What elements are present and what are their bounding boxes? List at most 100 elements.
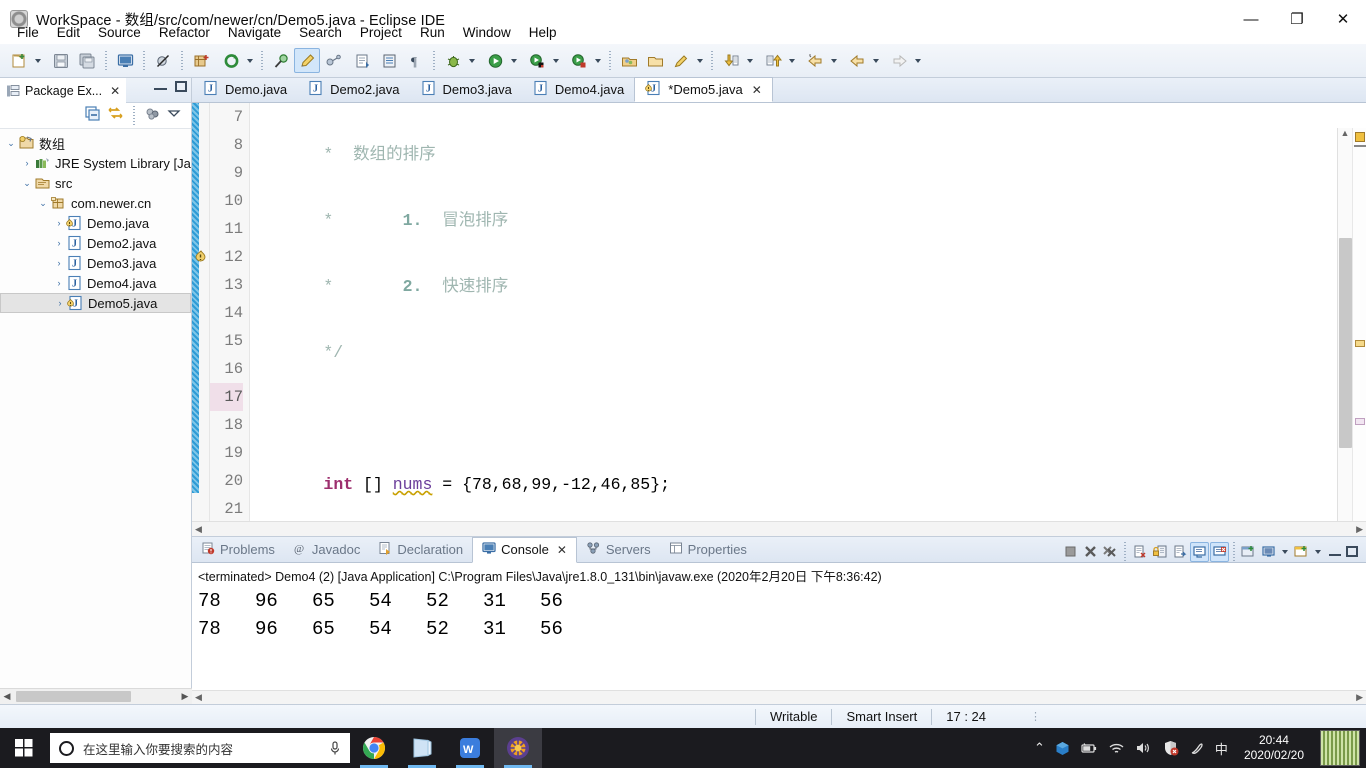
show-console-on-error-button[interactable] <box>1210 541 1229 562</box>
back-button[interactable] <box>844 48 870 73</box>
warning-marker-icon[interactable] <box>193 247 209 263</box>
open-folder-button[interactable] <box>642 48 668 73</box>
editor-vertical-scrollbar[interactable]: ▲ ▼ <box>1337 128 1352 536</box>
new-package-button[interactable] <box>616 48 642 73</box>
run-dropdown-arrow[interactable] <box>508 48 520 73</box>
collapse-all-icon[interactable] <box>85 105 101 126</box>
tree-item-demojava[interactable]: › J Demo.java <box>0 213 191 233</box>
refresh-button[interactable] <box>218 48 244 73</box>
close-icon[interactable]: ✕ <box>752 83 762 97</box>
overview-warning-marker[interactable] <box>1355 132 1365 142</box>
open-console-dropdown-button[interactable] <box>1292 542 1311 562</box>
editor-tab-demo3java[interactable]: J Demo3.java <box>410 77 522 102</box>
search-button[interactable] <box>268 48 294 73</box>
editor-tab-demo2java[interactable]: J Demo2.java <box>297 77 409 102</box>
chevron-right-icon[interactable]: › <box>52 218 66 228</box>
save-button[interactable] <box>48 48 74 73</box>
editor-marker-gutter[interactable] <box>192 103 210 536</box>
editor-scroll-left-icon[interactable]: ◀ <box>195 524 202 535</box>
skip-all-breakpoints-button[interactable] <box>150 48 176 73</box>
console-scroll-left-icon[interactable]: ◀ <box>195 692 202 703</box>
export-button[interactable] <box>760 48 786 73</box>
tree-item-jresystemlibraryja[interactable]: › JRE System Library [Ja <box>0 153 191 173</box>
import-button[interactable] <box>718 48 744 73</box>
code-content[interactable]: * 数组的排序 * 1. 冒泡排序 * 2. 快速排序 */ int [] nu… <box>250 103 1366 536</box>
console-scroll-right-icon[interactable]: ▶ <box>1356 692 1363 703</box>
show-hidden-icons-button[interactable]: ⌃ <box>1034 740 1045 756</box>
tree-item-src[interactable]: ⌄ src <box>0 173 191 193</box>
menu-item-window[interactable]: Window <box>454 22 520 43</box>
import-dropdown-arrow[interactable] <box>744 48 756 73</box>
scroll-right-icon[interactable]: ▶ <box>178 691 192 702</box>
minimize-console-icon[interactable] <box>1329 547 1341 556</box>
vscroll-thumb[interactable] <box>1339 238 1352 448</box>
pilcrow-button[interactable]: ¶ <box>402 48 428 73</box>
forward-history-arrow[interactable] <box>912 48 924 73</box>
refresh-dropdown-arrow[interactable] <box>244 48 256 73</box>
coverage-dropdown-arrow[interactable] <box>592 48 604 73</box>
terminate-button[interactable] <box>1061 542 1080 562</box>
console-horizontal-scrollbar[interactable]: ◀ ▶ <box>192 690 1366 704</box>
menu-item-edit[interactable]: Edit <box>48 22 89 43</box>
hscroll-thumb[interactable] <box>16 691 131 702</box>
word-wrap-button[interactable] <box>1170 542 1189 562</box>
clear-console-button[interactable] <box>1130 542 1149 562</box>
tree-item-[interactable]: ⌄ 数组 <box>0 133 191 153</box>
console-tab-servers[interactable]: Servers <box>577 537 660 563</box>
remove-launch-button[interactable] <box>1081 542 1100 562</box>
menu-item-navigate[interactable]: Navigate <box>219 22 290 43</box>
menu-item-search[interactable]: Search <box>290 22 351 43</box>
menu-item-source[interactable]: Source <box>89 22 150 43</box>
chevron-right-icon[interactable]: › <box>20 158 34 168</box>
new-java-project-button[interactable] <box>188 48 214 73</box>
editor-horizontal-scrollbar[interactable]: ◀ ▶ <box>192 521 1366 536</box>
minimize-view-icon[interactable] <box>154 81 167 90</box>
tree-item-demo4java[interactable]: › J Demo4.java <box>0 273 191 293</box>
editor-scroll-right-icon[interactable]: ▶ <box>1356 524 1363 535</box>
editor-tab-demo4java[interactable]: J Demo4.java <box>522 77 634 102</box>
editor-tab-demo5java[interactable]: J *Demo5.java ✕ <box>634 77 773 102</box>
overview-bookmark-marker[interactable] <box>1355 418 1365 425</box>
console-tab-declaration[interactable]: Declaration <box>369 537 472 563</box>
display-selected-console-button[interactable] <box>1259 542 1278 562</box>
menu-item-file[interactable]: File <box>8 22 48 43</box>
taskbar-app-chrome[interactable] <box>350 728 398 768</box>
edit-highlight-button[interactable] <box>294 48 320 73</box>
taskbar-app-wps[interactable]: W <box>446 728 494 768</box>
editor-tab-demojava[interactable]: J Demo.java <box>192 77 297 102</box>
console-tab-properties[interactable]: Properties <box>660 537 756 563</box>
overview-ruler[interactable] <box>1352 128 1366 536</box>
maximize-console-icon[interactable] <box>1346 546 1358 557</box>
tree-item-demo3java[interactable]: › J Demo3.java <box>0 253 191 273</box>
volume-icon[interactable] <box>1135 741 1152 755</box>
taskbar-app-eclipse[interactable] <box>494 728 542 768</box>
chevron-down-icon[interactable]: ⌄ <box>20 178 34 189</box>
ime-indicator[interactable]: 中 <box>1215 739 1228 758</box>
external-tools-dropdown-arrow[interactable] <box>550 48 562 73</box>
coverage-button[interactable] <box>566 48 592 73</box>
back-dropdown-arrow[interactable] <box>828 48 840 73</box>
wifi-icon[interactable] <box>1108 742 1125 755</box>
open-type-button[interactable] <box>350 48 376 73</box>
menu-item-project[interactable]: Project <box>351 22 411 43</box>
back-history-arrow[interactable] <box>870 48 882 73</box>
new-button[interactable] <box>6 48 32 73</box>
console-output[interactable]: 78 96 65 54 52 31 56 78 96 65 54 52 31 56 <box>192 587 1366 643</box>
onedrive-pen-icon[interactable] <box>1189 740 1205 756</box>
show-console-on-output-button[interactable] <box>1190 541 1209 562</box>
start-button[interactable] <box>0 728 48 768</box>
tree-item-demo5java[interactable]: › J Demo5.java <box>0 293 191 313</box>
chevron-right-icon[interactable]: › <box>52 258 66 268</box>
tree-item-demo2java[interactable]: › J Demo2.java <box>0 233 191 253</box>
overview-occurrence-marker[interactable] <box>1355 340 1365 347</box>
menu-item-run[interactable]: Run <box>411 22 454 43</box>
chevron-down-icon[interactable]: ⌄ <box>4 138 18 149</box>
console-tab-problems[interactable]: Problems <box>192 537 284 563</box>
last-edit-location-button[interactable] <box>320 48 346 73</box>
console-tab-javadoc[interactable]: @ Javadoc <box>284 537 369 563</box>
tab-package-explorer[interactable]: Package Ex... ✕ <box>0 77 127 103</box>
view-menu-icon[interactable] <box>167 106 181 125</box>
debug-dropdown-arrow[interactable] <box>466 48 478 73</box>
scroll-left-icon[interactable]: ◀ <box>0 691 14 702</box>
debug-button[interactable] <box>440 48 466 73</box>
